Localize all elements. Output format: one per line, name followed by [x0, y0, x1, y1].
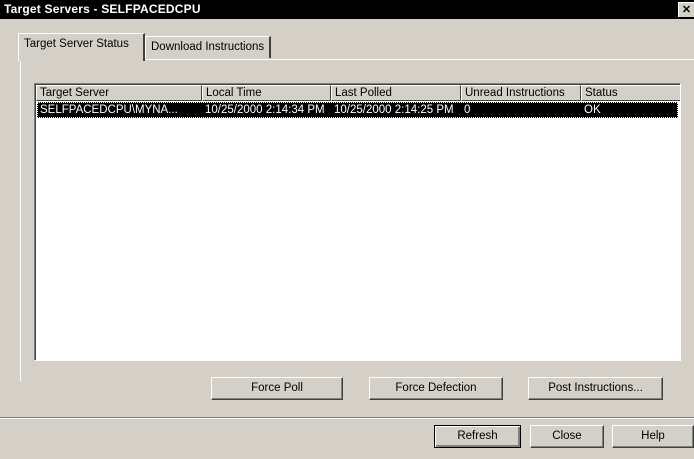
force-poll-button[interactable]: Force Poll	[211, 377, 343, 400]
column-header-unread-instructions[interactable]: Unread Instructions	[461, 85, 581, 101]
tab-download-instructions[interactable]: Download Instructions	[145, 36, 271, 58]
close-button[interactable]: Close	[530, 425, 604, 448]
target-server-list[interactable]: Target Server Local Time Last Polled Unr…	[34, 83, 681, 361]
window-title: Target Servers - SELFPACEDCPU	[4, 2, 201, 16]
column-header-last-polled[interactable]: Last Polled	[331, 85, 461, 101]
tab-label: Download Instructions	[151, 41, 265, 53]
tab-target-server-status[interactable]: Target Server Status	[18, 33, 145, 61]
force-defection-button[interactable]: Force Defection	[369, 377, 503, 400]
column-header-status[interactable]: Status	[581, 85, 680, 101]
cell-target-server: SELFPACEDCPU\MYNA...	[40, 104, 178, 116]
list-header: Target Server Local Time Last Polled Unr…	[36, 85, 680, 101]
title-bar[interactable]: Target Servers - SELFPACEDCPU ✕	[0, 0, 694, 19]
cell-unread-instructions: 0	[464, 104, 471, 116]
tab-label: Target Server Status	[24, 38, 129, 50]
column-header-target-server[interactable]: Target Server	[36, 85, 202, 101]
column-header-local-time[interactable]: Local Time	[202, 85, 331, 101]
cell-last-polled: 10/25/2000 2:14:25 PM	[334, 104, 454, 116]
refresh-button[interactable]: Refresh	[434, 425, 521, 448]
cell-local-time: 10/25/2000 2:14:34 PM	[205, 104, 325, 116]
help-button[interactable]: Help	[612, 425, 694, 448]
table-row[interactable]: SELFPACEDCPU\MYNA... 10/25/2000 2:14:34 …	[37, 102, 678, 118]
cell-status: OK	[584, 104, 601, 116]
target-servers-dialog: Target Servers - SELFPACEDCPU ✕ Target S…	[0, 0, 694, 459]
post-instructions-button[interactable]: Post Instructions...	[528, 377, 663, 400]
close-icon[interactable]: ✕	[678, 2, 694, 17]
